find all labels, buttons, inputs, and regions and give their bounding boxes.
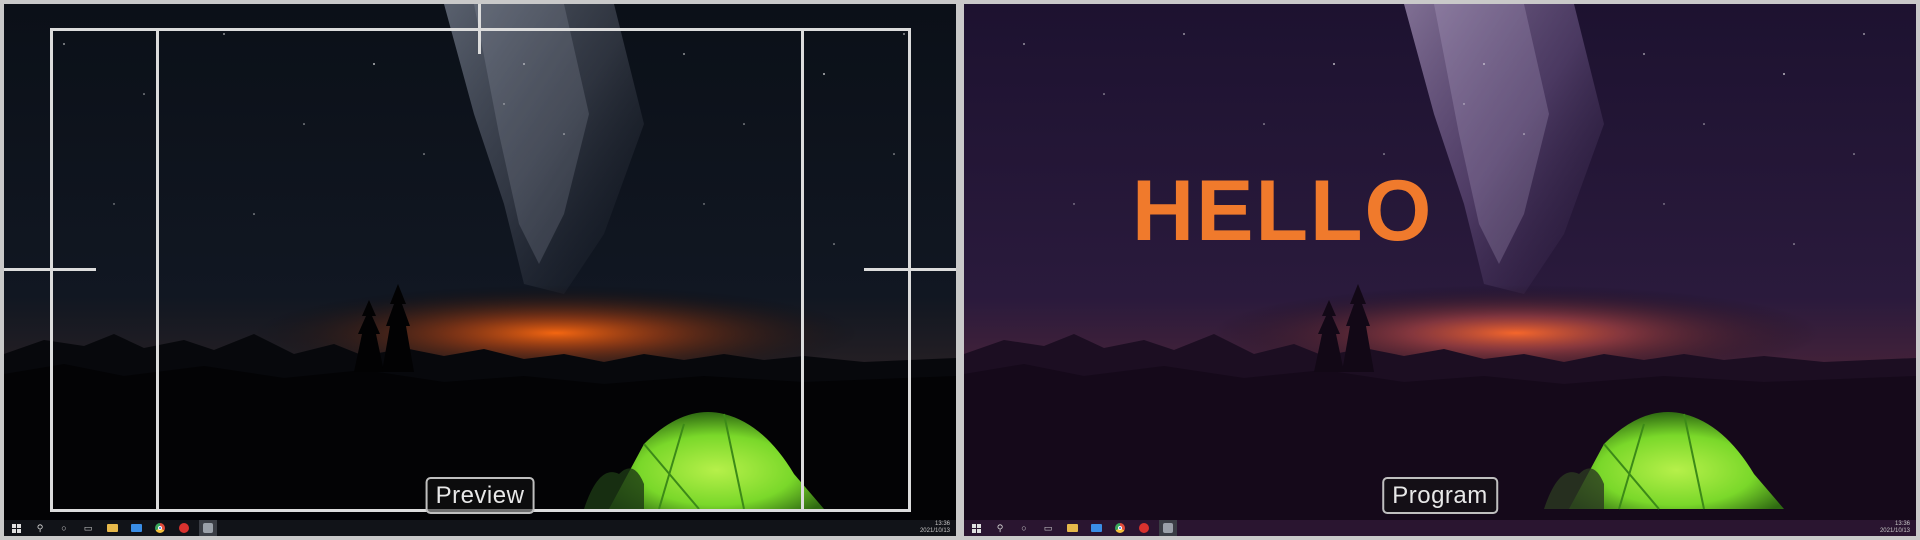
task-view-icon[interactable]: ▭	[79, 520, 97, 536]
clock-time: 13:36	[1894, 521, 1910, 527]
mail-icon[interactable]	[1087, 520, 1105, 536]
night-sky-scene	[964, 4, 1916, 536]
chrome-icon[interactable]	[1111, 520, 1129, 536]
task-view-icon[interactable]: ▭	[1039, 520, 1057, 536]
hello-text-overlay[interactable]: HELLO	[1132, 168, 1433, 254]
red-app-icon[interactable]	[175, 520, 193, 536]
search-icon[interactable]: ⚲	[991, 520, 1009, 536]
chrome-icon[interactable]	[151, 520, 169, 536]
cortana-icon[interactable]: ○	[55, 520, 73, 536]
windows-start-icon[interactable]	[967, 520, 985, 536]
clock-time: 13:36	[934, 521, 950, 527]
program-label: Program	[1382, 477, 1498, 514]
preview-monitor[interactable]: Preview ⚲ ○ ▭ 13:36 2021/10/13	[4, 4, 956, 536]
preview-label: Preview	[425, 477, 535, 514]
program-monitor[interactable]: HELLO Program ⚲ ○ ▭ 13:36 2021/10/13	[964, 4, 1916, 536]
taskbar-clock[interactable]: 13:36 2021/10/13	[920, 521, 950, 535]
clock-date: 2021/10/13	[1879, 528, 1910, 534]
file-explorer-icon[interactable]	[1063, 520, 1081, 536]
windows-start-icon[interactable]	[7, 520, 25, 536]
red-app-icon[interactable]	[1135, 520, 1153, 536]
taskbar-clock[interactable]: 13:36 2021/10/13	[1880, 521, 1910, 535]
desktop-taskbar: ⚲ ○ ▭ 13:36 2021/10/13	[4, 520, 956, 536]
monitor-window: Preview ⚲ ○ ▭ 13:36 2021/10/13 HELLO Pro…	[0, 0, 1920, 540]
file-explorer-icon[interactable]	[103, 520, 121, 536]
active-app-icon[interactable]	[1159, 520, 1177, 536]
clock-date: 2021/10/13	[919, 528, 950, 534]
desktop-taskbar: ⚲ ○ ▭ 13:36 2021/10/13	[964, 520, 1916, 536]
cortana-icon[interactable]: ○	[1015, 520, 1033, 536]
active-app-icon[interactable]	[199, 520, 217, 536]
mail-icon[interactable]	[127, 520, 145, 536]
search-icon[interactable]: ⚲	[31, 520, 49, 536]
night-sky-scene	[4, 4, 956, 536]
